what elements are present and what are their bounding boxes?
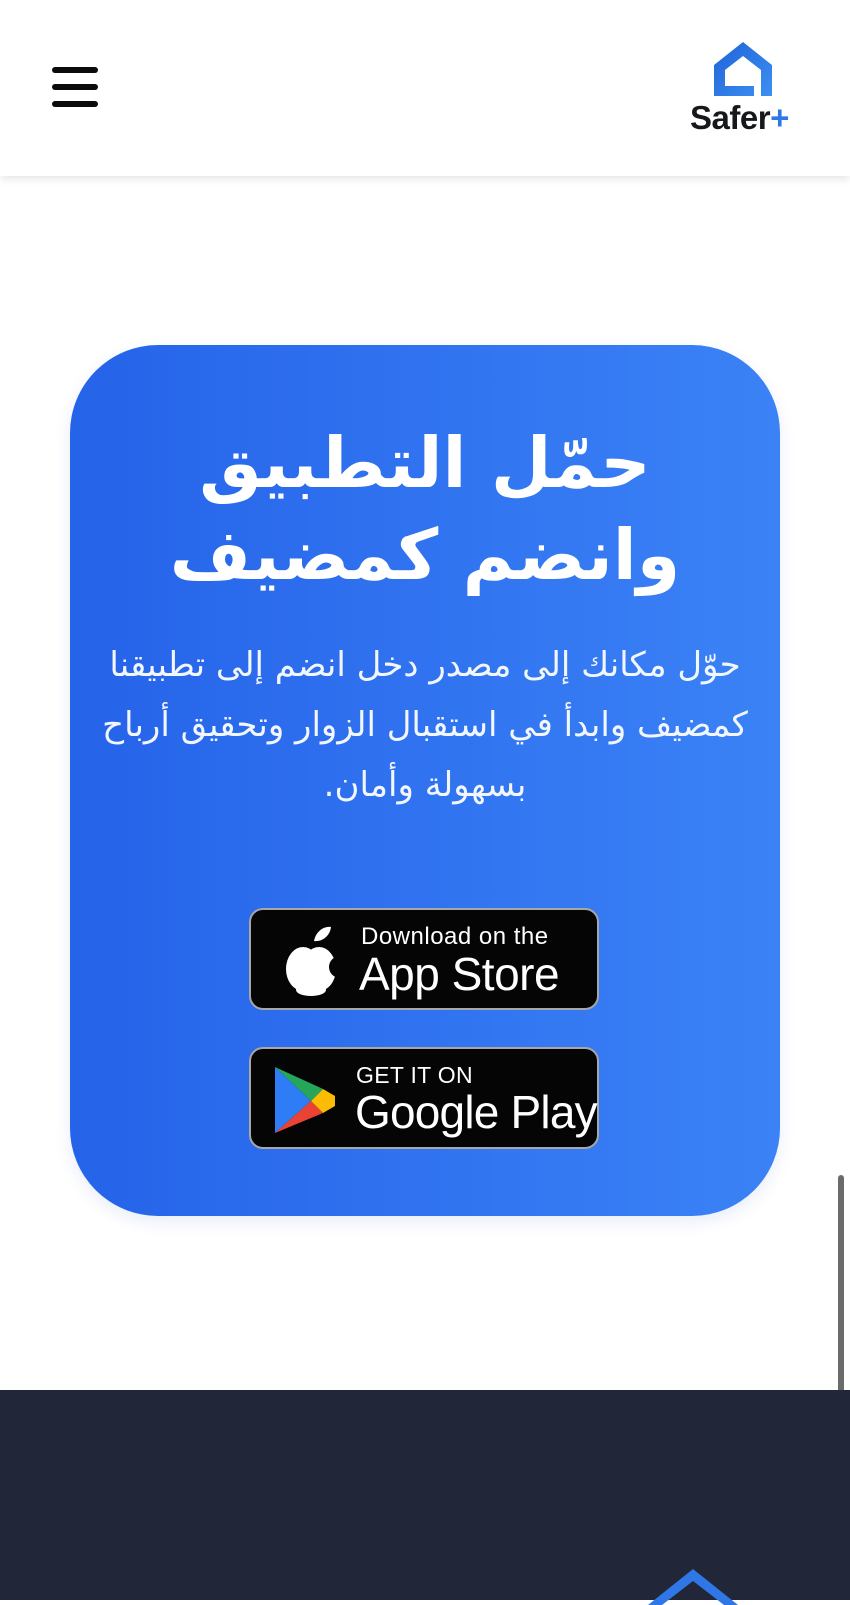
app-store-caption: Download on the: [361, 923, 549, 950]
hamburger-line-bottom: [52, 101, 98, 107]
google-play-button[interactable]: GET IT ON Google Play: [249, 1047, 599, 1149]
download-app-title: حمّل التطبيق وانضم كمضيف: [169, 422, 681, 596]
page-scrollbar[interactable]: [838, 1175, 844, 1395]
apple-icon: [286, 926, 343, 996]
logo-name: Safer: [690, 99, 771, 136]
hamburger-line-top: [52, 67, 98, 73]
hamburger-line-middle: [52, 84, 98, 90]
site-footer: [0, 1390, 850, 1605]
google-play-caption: GET IT ON: [356, 1062, 473, 1088]
google-play-name: Google Play: [355, 1086, 598, 1138]
google-play-icon: [275, 1067, 335, 1133]
house-icon: [714, 42, 772, 96]
logo-wordmark: Safer+: [690, 100, 789, 136]
download-app-card: حمّل التطبيق وانضم كمضيف حوّل مكانك إلى …: [70, 345, 780, 1216]
site-logo[interactable]: Safer+: [690, 40, 802, 136]
download-app-description: حوّل مكانك إلى مصدر دخل انضم إلى تطبيقنا…: [102, 645, 748, 805]
house-icon: [648, 1569, 738, 1605]
site-header: Safer+: [0, 0, 850, 176]
menu-button[interactable]: [52, 67, 98, 107]
app-store-name: App Store: [359, 948, 560, 1000]
app-store-button[interactable]: Download on the App Store: [249, 908, 599, 1010]
logo-plus: +: [770, 99, 789, 136]
